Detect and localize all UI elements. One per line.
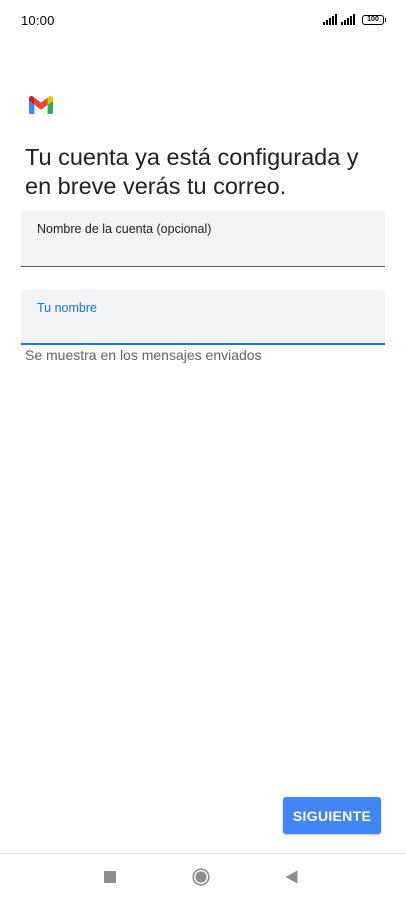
battery-icon: 100 [362,15,386,25]
signal-icon [323,14,337,25]
your-name-helper-text: Se muestra en los mensajes enviados [25,347,262,363]
your-name-input[interactable] [37,319,369,337]
account-name-label: Nombre de la cuenta (opcional) [37,222,212,236]
your-name-field[interactable]: Tu nombre [21,290,385,345]
page-title: Tu cuenta ya está configurada y en breve… [25,144,359,199]
triangle-back-icon[interactable] [285,870,298,884]
next-button[interactable]: SIGUIENTE [283,797,381,834]
account-name-field[interactable]: Nombre de la cuenta (opcional) [21,211,385,267]
status-time: 10:00 [21,13,55,28]
square-icon[interactable] [104,871,116,883]
signal-icon [341,14,355,25]
status-icons: 100 [323,14,386,25]
status-bar: 10:00 100 [0,0,406,40]
circle-icon[interactable] [192,868,210,886]
account-name-input[interactable] [37,242,369,260]
your-name-label: Tu nombre [37,301,97,315]
navigation-bar [0,853,406,902]
gmail-logo [29,96,53,114]
